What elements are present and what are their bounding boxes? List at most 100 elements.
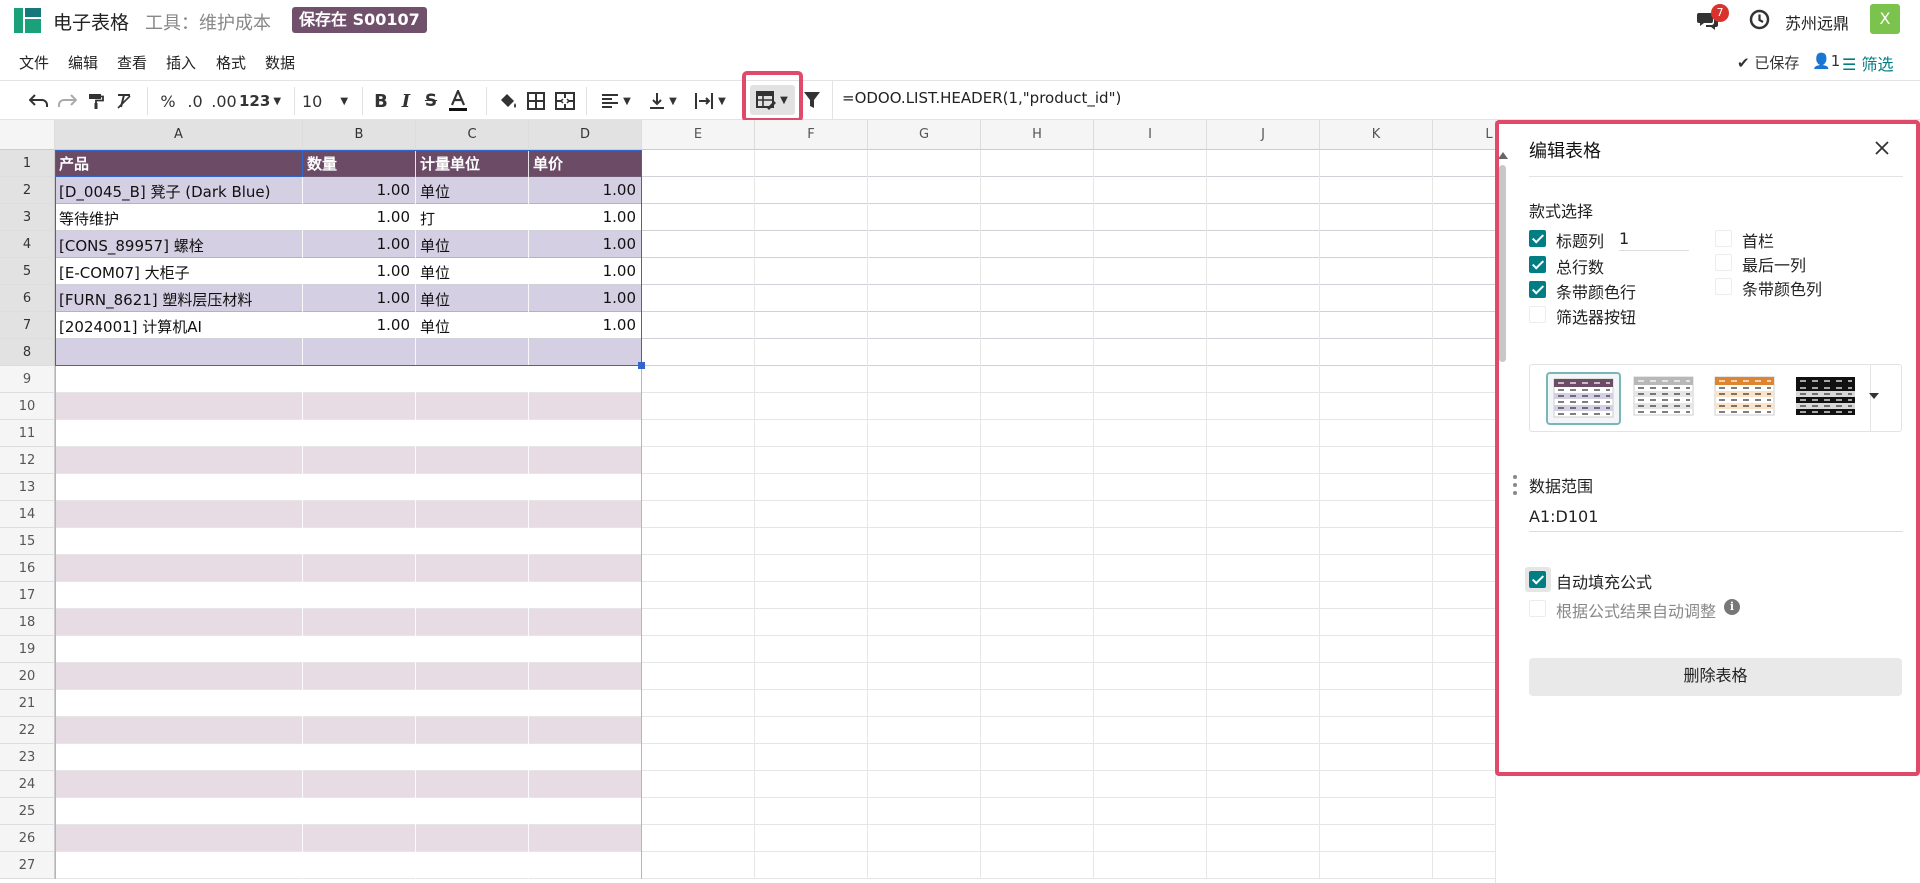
row-header-25[interactable]: 25: [0, 798, 55, 825]
column-header-k[interactable]: K: [1320, 120, 1433, 150]
clear-format-icon[interactable]: [113, 90, 135, 112]
table-style-option-orange[interactable]: [1709, 372, 1784, 425]
panel-resize-handle-icon[interactable]: [1512, 474, 1518, 496]
italic-icon[interactable]: I: [397, 90, 415, 112]
row-header-9[interactable]: 9: [0, 366, 55, 393]
activity-clock-icon[interactable]: [1749, 9, 1770, 30]
column-header-c[interactable]: C: [416, 120, 529, 150]
filter-icon[interactable]: [801, 89, 823, 111]
fill-color-icon[interactable]: [497, 90, 519, 112]
total-row-checkbox[interactable]: [1529, 256, 1546, 273]
table-cell[interactable]: 单位: [420, 262, 523, 283]
menu-view[interactable]: 查看: [117, 52, 147, 73]
selection-fill-handle[interactable]: [638, 362, 645, 369]
menu-edit[interactable]: 编辑: [68, 52, 98, 73]
autofill-formula-checkbox[interactable]: [1529, 571, 1546, 588]
table-style-option-gray[interactable]: [1628, 372, 1703, 425]
decrease-decimal-button[interactable]: .0: [185, 90, 205, 112]
data-range-input[interactable]: A1:D101: [1529, 507, 1903, 532]
more-styles-caret-icon[interactable]: [1869, 393, 1879, 399]
column-header-b[interactable]: B: [303, 120, 416, 150]
table-style-option-purple[interactable]: [1546, 372, 1621, 425]
paint-format-icon[interactable]: [85, 90, 107, 112]
row-header-26[interactable]: 26: [0, 825, 55, 852]
number-format-dropdown[interactable]: 123 ▼: [239, 90, 281, 112]
row-header-23[interactable]: 23: [0, 744, 55, 771]
row-header-8[interactable]: 8: [0, 339, 55, 366]
text-color-icon[interactable]: [447, 90, 469, 112]
row-header-27[interactable]: 27: [0, 852, 55, 879]
user-avatar[interactable]: X: [1870, 4, 1900, 34]
format-percent-button[interactable]: %: [158, 90, 178, 112]
text-wrap-dropdown[interactable]: ▼: [689, 90, 731, 112]
borders-icon[interactable]: [525, 90, 547, 112]
row-header-7[interactable]: 7: [0, 312, 55, 339]
table-cell[interactable]: 打: [420, 208, 523, 229]
table-cell[interactable]: 单位: [420, 235, 523, 256]
row-header-18[interactable]: 18: [0, 609, 55, 636]
row-header-17[interactable]: 17: [0, 582, 55, 609]
collaborators-count[interactable]: 👤1: [1812, 52, 1840, 70]
row-header-3[interactable]: 3: [0, 204, 55, 231]
header-row-count-input[interactable]: 1: [1619, 229, 1689, 251]
menu-insert[interactable]: 插入: [166, 52, 196, 73]
row-header-1[interactable]: 1: [0, 150, 55, 177]
menu-format[interactable]: 格式: [216, 52, 246, 73]
formula-bar[interactable]: =ODOO.LIST.HEADER(1,"product_id"): [842, 89, 1121, 107]
delete-table-button[interactable]: 删除表格: [1529, 658, 1902, 696]
header-row-checkbox[interactable]: [1529, 230, 1546, 247]
table-cell[interactable]: 1.00: [307, 208, 410, 229]
table-cell[interactable]: 1.00: [533, 262, 636, 283]
row-header-12[interactable]: 12: [0, 447, 55, 474]
table-cell[interactable]: 等待维护: [59, 208, 297, 229]
column-header-d[interactable]: D: [529, 120, 642, 150]
row-header-21[interactable]: 21: [0, 690, 55, 717]
table-cell[interactable]: 1.00: [533, 208, 636, 229]
undo-icon[interactable]: [28, 90, 50, 112]
auto-adjust-checkbox[interactable]: [1529, 600, 1546, 617]
table-header-cell[interactable]: 产品: [59, 153, 299, 176]
row-header-19[interactable]: 19: [0, 636, 55, 663]
table-cell[interactable]: 单位: [420, 316, 523, 337]
table-cell[interactable]: 1.00: [307, 316, 410, 337]
menu-file[interactable]: 文件: [19, 52, 49, 73]
table-cell[interactable]: [CONS_89957] 螺栓: [59, 235, 297, 256]
column-header-e[interactable]: E: [642, 120, 755, 150]
filter-button-checkbox[interactable]: [1529, 306, 1546, 323]
column-header-h[interactable]: H: [981, 120, 1094, 150]
table-cell[interactable]: 单位: [420, 289, 523, 310]
last-column-checkbox[interactable]: [1715, 254, 1732, 271]
row-header-14[interactable]: 14: [0, 501, 55, 528]
select-all-corner[interactable]: [0, 120, 55, 150]
filter-toggle[interactable]: ☰ 筛选: [1842, 51, 1893, 75]
table-cell[interactable]: [2024001] 计算机AI: [59, 316, 297, 337]
table-cell[interactable]: 1.00: [307, 235, 410, 256]
column-header-f[interactable]: F: [755, 120, 868, 150]
row-header-13[interactable]: 13: [0, 474, 55, 501]
table-cell[interactable]: [D_0045_B] 凳子 (Dark Blue): [59, 181, 297, 202]
banded-columns-checkbox[interactable]: [1715, 278, 1732, 295]
table-cell[interactable]: [FURN_8621] 塑料层压材料: [59, 289, 297, 310]
row-header-22[interactable]: 22: [0, 717, 55, 744]
bold-icon[interactable]: B: [372, 90, 390, 112]
spreadsheet-grid[interactable]: A B C D E F G H I J K L 1 2 3 4 5 6 7 8 9 10 11 12 13 14 15 16 17 18 1…: [0, 120, 1510, 883]
row-header-15[interactable]: 15: [0, 528, 55, 555]
table-cell[interactable]: 1.00: [533, 289, 636, 310]
column-header-g[interactable]: G: [868, 120, 981, 150]
row-header-11[interactable]: 11: [0, 420, 55, 447]
table-cell[interactable]: 1.00: [533, 316, 636, 337]
column-header-a[interactable]: A: [55, 120, 303, 150]
row-header-5[interactable]: 5: [0, 258, 55, 285]
vertical-align-dropdown[interactable]: ▼: [643, 90, 683, 112]
redo-icon[interactable]: [56, 90, 78, 112]
close-icon[interactable]: [1874, 140, 1890, 156]
table-style-option-black[interactable]: [1790, 372, 1865, 425]
save-location-badge[interactable]: 保存在 S00107: [292, 7, 427, 33]
info-icon[interactable]: i: [1724, 599, 1740, 615]
row-header-2[interactable]: 2: [0, 177, 55, 204]
column-header-i[interactable]: I: [1094, 120, 1207, 150]
table-cell[interactable]: 1.00: [533, 181, 636, 202]
column-header-j[interactable]: J: [1207, 120, 1320, 150]
table-cell[interactable]: [E-COM07] 大柜子: [59, 262, 297, 283]
strikethrough-icon[interactable]: S: [422, 90, 440, 112]
